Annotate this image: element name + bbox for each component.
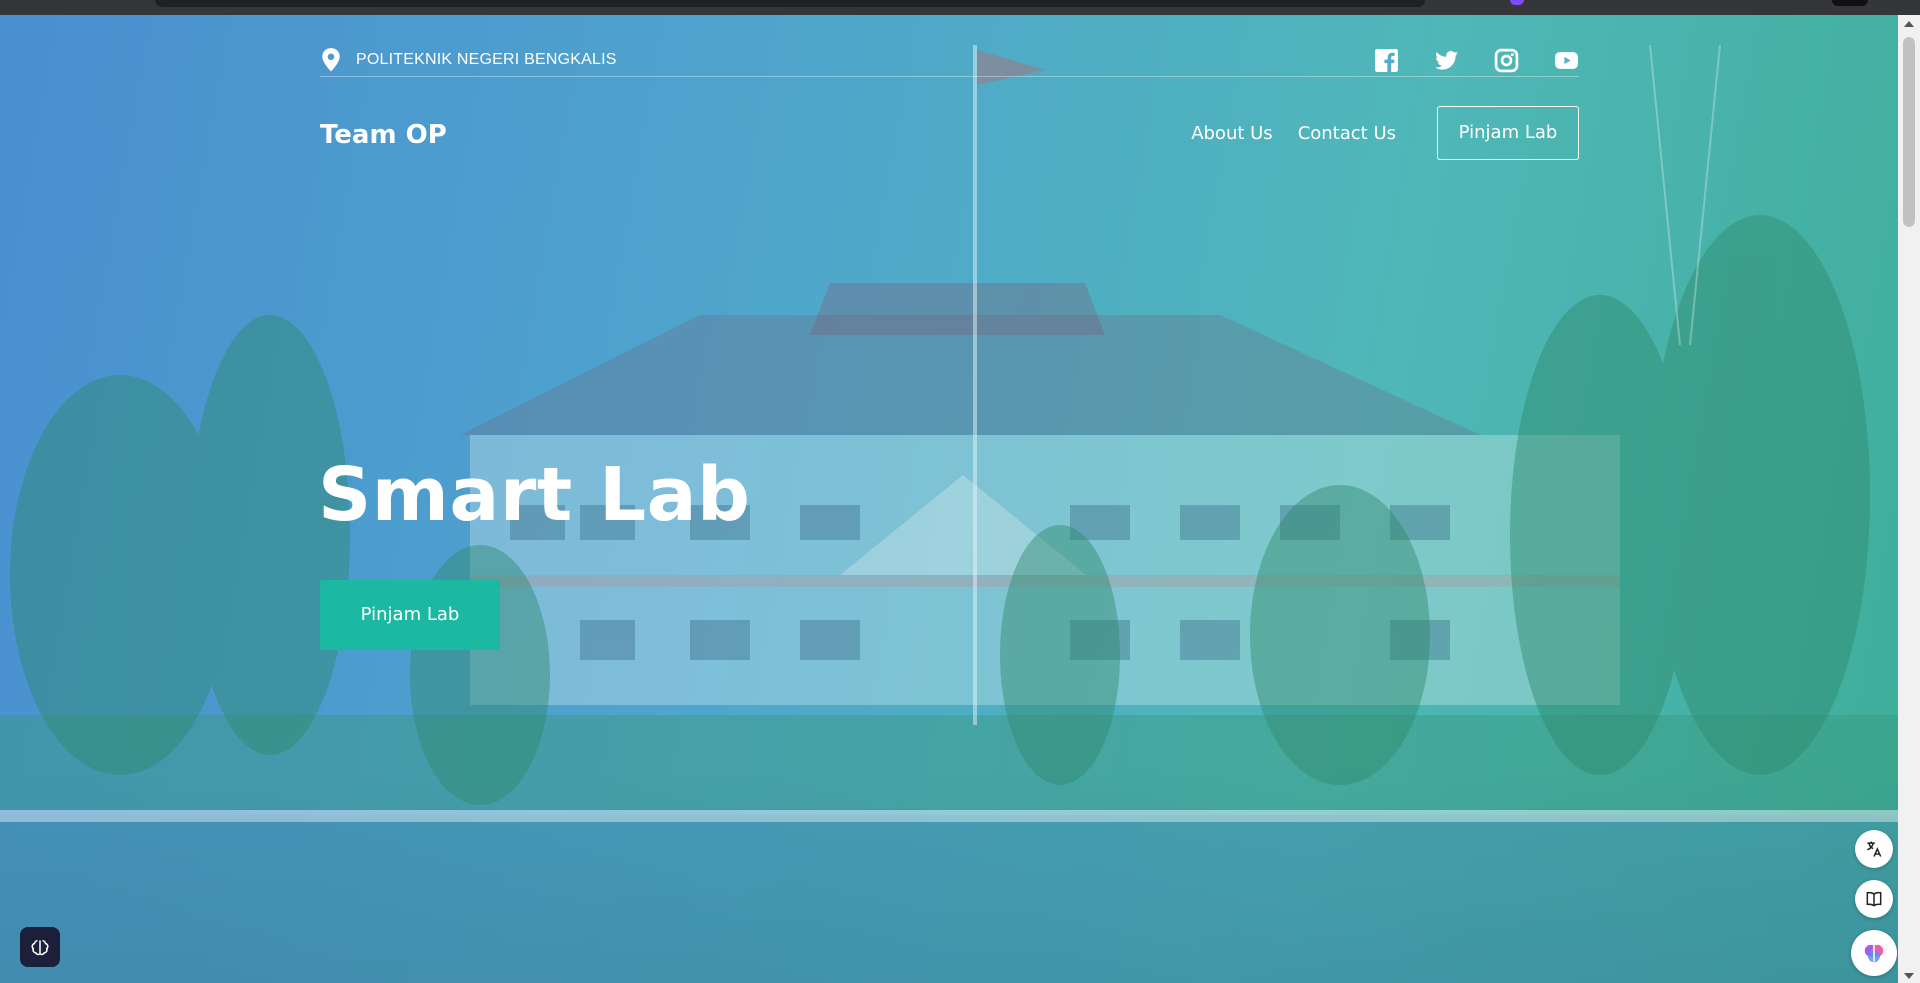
extension-icon[interactable] — [1510, 0, 1524, 5]
brand-logo[interactable]: Team OP — [320, 120, 447, 150]
hero-pinjam-lab-button[interactable]: Pinjam Lab — [320, 580, 500, 650]
reader-button[interactable] — [1855, 880, 1893, 918]
scroll-up-arrow-icon[interactable] — [1904, 21, 1914, 27]
brain-icon — [31, 939, 49, 956]
brain-icon — [1864, 944, 1884, 963]
location-text: POLITEKNIK NEGERI BENGKALIS — [356, 51, 617, 68]
social-links — [1374, 48, 1579, 73]
hero-section: POLITEKNIK NEGERI BENGKALIS Team OP Abou… — [0, 15, 1898, 983]
nav-links: About Us Contact Us Pinjam Lab — [1191, 106, 1579, 160]
top-info-bar: POLITEKNIK NEGERI BENGKALIS — [320, 33, 1579, 77]
translate-button[interactable] — [1855, 830, 1893, 868]
translate-icon — [1867, 841, 1882, 857]
nav-about-us-link[interactable]: About Us — [1191, 123, 1273, 144]
page-scrollbar[interactable] — [1898, 15, 1920, 983]
instagram-icon[interactable] — [1494, 48, 1519, 73]
ai-assistant-button[interactable] — [1851, 930, 1897, 976]
main-navbar: Team OP About Us Contact Us Pinjam Lab — [320, 106, 1579, 160]
nav-contact-us-link[interactable]: Contact Us — [1298, 123, 1396, 144]
extension-brain-button[interactable] — [20, 927, 60, 967]
floating-tools — [1851, 830, 1897, 983]
scroll-down-arrow-icon[interactable] — [1904, 973, 1914, 979]
location-pin-icon — [322, 48, 340, 72]
profile-avatar[interactable] — [1832, 0, 1868, 6]
scrollbar-thumb[interactable] — [1903, 37, 1915, 227]
twitter-icon[interactable] — [1434, 48, 1459, 73]
book-icon — [1866, 891, 1882, 907]
hero-title: Smart Lab — [318, 452, 751, 538]
campus-background-image — [0, 44, 1898, 983]
facebook-icon[interactable] — [1374, 48, 1399, 73]
youtube-icon[interactable] — [1554, 48, 1579, 73]
location: POLITEKNIK NEGERI BENGKALIS — [320, 47, 617, 73]
browser-chrome — [0, 0, 1920, 15]
address-bar[interactable] — [155, 0, 1425, 7]
nav-pinjam-lab-button[interactable]: Pinjam Lab — [1437, 106, 1579, 160]
